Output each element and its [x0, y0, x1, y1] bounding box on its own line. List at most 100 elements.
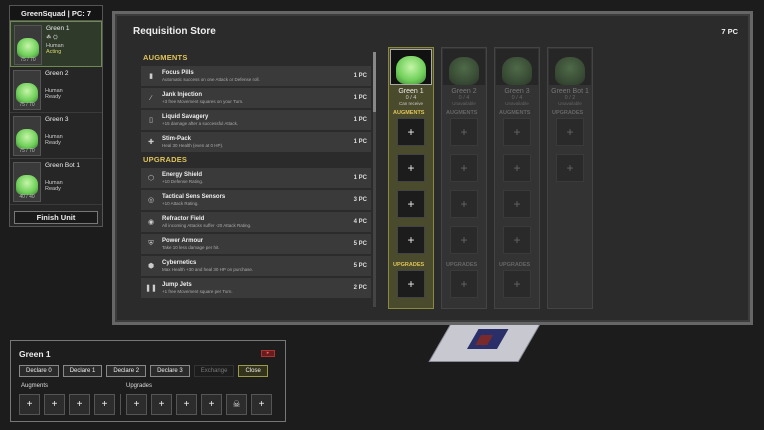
store-scrollbar[interactable] — [373, 52, 376, 307]
augment-slot[interactable]: + — [397, 118, 425, 146]
item-name: Jank Injection — [162, 92, 203, 98]
panel-augments-label: Augments — [21, 383, 49, 389]
unit-portrait — [549, 49, 591, 85]
augment-slot[interactable]: + — [503, 226, 531, 254]
medkit-icon: ✚ — [148, 139, 154, 146]
pill-icon: ▮ — [149, 73, 153, 80]
upgrade-slot[interactable]: + — [251, 394, 272, 415]
panel-unit-name: Green 1 — [19, 349, 51, 359]
unit-status: Ready — [45, 94, 61, 100]
unit-name: Green 3 — [45, 116, 69, 123]
store-item[interactable]: ✚ Stim-Pack Heal 30 Health (even at 0 HP).… — [141, 132, 371, 152]
item-cost: 5 PC — [353, 241, 367, 247]
item-cost: 1 PC — [353, 95, 367, 101]
armour-icon: ⛨ — [148, 240, 154, 247]
finish-unit-button[interactable]: Finish Unit — [14, 211, 98, 224]
store-item[interactable]: ▯ Liquid Savagery +15 damage after a succe… — [141, 110, 371, 130]
unit-card-green-3[interactable]: 75 / 70 Green 3 Human Ready — [10, 113, 102, 159]
squad-panel: GreenSquad | PC: 7 75 / 70 Green 1 ☘ ⛭ H… — [9, 5, 103, 227]
declare-3-button[interactable]: Declare 3 — [150, 365, 190, 377]
unit-portrait — [443, 49, 485, 85]
augment-slot[interactable]: + — [556, 154, 584, 182]
item-name: Power Armour — [162, 238, 204, 244]
unit-status: Acting — [46, 49, 62, 55]
shield-hex-icon: ⬡ — [147, 175, 155, 182]
augment-slot[interactable]: + — [19, 394, 40, 415]
panel-toggle-button[interactable]: ▸ — [261, 350, 275, 357]
augment-slot[interactable]: + — [397, 226, 425, 254]
declare-0-button[interactable]: Declare 0 — [19, 365, 59, 377]
augment-slot[interactable]: + — [397, 190, 425, 218]
item-cost: 4 PC — [353, 219, 367, 225]
unit-column[interactable]: Green 30 / 4 Unavailable AUGMENTS + + + + UPGRA… — [494, 47, 540, 309]
item-cost: 3 PC — [353, 197, 367, 203]
column-status: Can receive — [398, 101, 423, 106]
unit-status-icons: ☘ ⛭ — [46, 35, 58, 41]
column-unit-name: Green 2 — [451, 88, 477, 95]
augment-slot[interactable]: + — [503, 118, 531, 146]
augment-slot[interactable]: + — [44, 394, 65, 415]
augment-slot[interactable]: + — [397, 154, 425, 182]
upgrade-slot[interactable]: + — [201, 394, 222, 415]
upgrade-slot[interactable]: + — [450, 270, 478, 298]
close-button[interactable]: Close — [238, 365, 268, 377]
augment-slot[interactable]: + — [503, 154, 531, 182]
item-desc: +15 damage after a successful Attack. — [162, 121, 239, 126]
unit-card-green-2[interactable]: 75 / 70 Green 2 Human Ready — [10, 67, 102, 113]
scrollbar-thumb[interactable] — [373, 52, 376, 112]
skull-icon[interactable]: ☠ — [226, 394, 247, 415]
squad-title: GreenSquad | PC: 7 — [10, 6, 102, 21]
augment-slot[interactable]: + — [450, 154, 478, 182]
unit-card-green-bot-1[interactable]: 40 / 40 Green Bot 1 Human Ready — [10, 159, 102, 205]
store-item[interactable]: ▮ Focus Pills Automatic success on one Att… — [141, 66, 371, 86]
exchange-button[interactable]: Exchange — [193, 365, 235, 377]
unit-card-green-1[interactable]: 75 / 70 Green 1 ☘ ⛭ Human Acting — [10, 21, 102, 67]
item-cost: 1 PC — [353, 73, 367, 79]
store-item[interactable]: ◎ Tactical Sens Sensors +10 Attack Rating.… — [141, 190, 371, 210]
item-desc: +10 Defense Rating. — [162, 179, 204, 184]
item-name: Tactical Sens Sensors — [162, 194, 226, 200]
store-title: Requisition Store — [133, 26, 216, 37]
requisition-store-window: Requisition Store 7 PC AUGMENTS ▮ Focus P… — [112, 11, 753, 325]
item-cost: 1 PC — [353, 117, 367, 123]
column-augments-label: AUGMENTS — [499, 110, 531, 116]
item-name: Liquid Savagery — [162, 114, 209, 120]
unit-column[interactable]: Green 10 / 4 Can receive AUGMENTS + + + + UPGRA… — [388, 47, 434, 309]
store-item[interactable]: ❚❚ Jump Jets +1 free Movement square per T… — [141, 278, 371, 298]
unit-status: Ready — [45, 140, 61, 146]
augment-slot[interactable]: + — [450, 190, 478, 218]
store-item-list: AUGMENTS ▮ Focus Pills Automatic success o… — [141, 50, 371, 310]
board-tile — [428, 322, 542, 362]
store-item[interactable]: ⛨ Power Armour Take 10 less damage per hit… — [141, 234, 371, 254]
upgrade-slot[interactable]: + — [503, 270, 531, 298]
augment-slot[interactable]: + — [94, 394, 115, 415]
augment-slot[interactable]: + — [450, 226, 478, 254]
sensor-icon: ◎ — [147, 197, 155, 204]
item-desc: Heal 30 Health (even at 0 HP). — [162, 143, 224, 148]
column-unit-name: Green 3 — [504, 88, 530, 95]
store-item[interactable]: ∕ Jank Injection +3 free Movement squares … — [141, 88, 371, 108]
declare-2-button[interactable]: Declare 2 — [106, 365, 147, 377]
item-name: Focus Pills — [162, 70, 194, 76]
syringe-icon: ∕ — [150, 94, 152, 102]
item-name: Energy Shield — [162, 172, 203, 178]
item-name: Refractor Field — [162, 216, 205, 222]
upgrade-slot[interactable]: + — [397, 270, 425, 298]
declare-1-button[interactable]: Declare 1 — [62, 365, 103, 377]
augment-slot[interactable]: + — [69, 394, 90, 415]
augment-slot[interactable]: + — [556, 118, 584, 146]
unit-column[interactable]: Green Bot 10 / 2 Unavailable UPGRADES + + — [547, 47, 593, 309]
item-name: Jump Jets — [162, 282, 192, 288]
upgrade-slot[interactable]: + — [176, 394, 197, 415]
store-item[interactable]: ◉ Refractor Field All incoming Attacks suf… — [141, 212, 371, 232]
unit-column[interactable]: Green 20 / 4 Unavailable AUGMENTS + + + + UPGRA… — [441, 47, 487, 309]
column-status: Unavailable — [505, 101, 529, 106]
column-upgrades-label: UPGRADES — [393, 262, 425, 268]
item-cost: 2 PC — [353, 285, 367, 291]
store-item[interactable]: ⬡ Energy Shield +10 Defense Rating. 1 PC — [141, 168, 371, 188]
augment-slot[interactable]: + — [450, 118, 478, 146]
upgrade-slot[interactable]: + — [151, 394, 172, 415]
augment-slot[interactable]: + — [503, 190, 531, 218]
store-item[interactable]: ⬢ Cybernetics Max Health +30 and heal 30 H… — [141, 256, 371, 276]
upgrade-slot[interactable]: + — [126, 394, 147, 415]
